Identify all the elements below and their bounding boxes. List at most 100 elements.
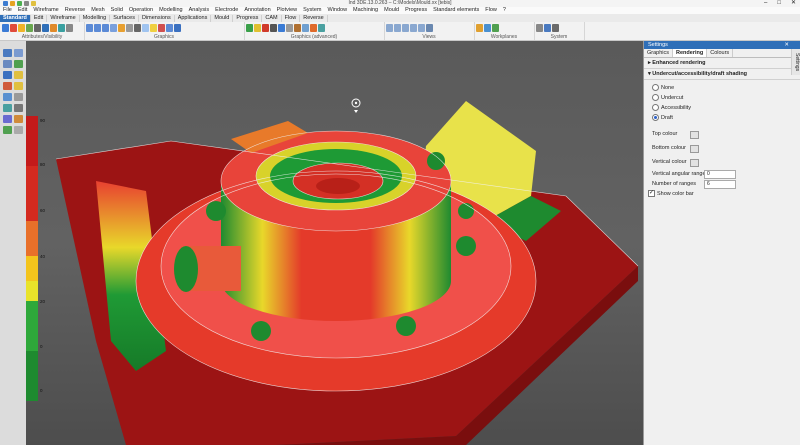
workplane-align-icon[interactable] <box>484 24 491 32</box>
tab-modelling[interactable]: Modelling <box>80 15 111 22</box>
minimize-button[interactable]: – <box>764 0 767 7</box>
tab-wireframe[interactable]: Wireframe <box>47 15 80 22</box>
tab-standard[interactable]: Standard <box>0 15 31 22</box>
tab-reverse[interactable]: Reverse <box>300 15 328 22</box>
maximize-button[interactable]: □ <box>777 0 781 7</box>
menu-progress[interactable]: Progress <box>402 7 430 14</box>
grid-icon[interactable] <box>3 49 12 57</box>
transparency-icon[interactable] <box>142 24 149 32</box>
view-front-icon[interactable] <box>394 24 401 32</box>
vertical-angular-range-input[interactable]: 0 <box>704 170 736 179</box>
bottom-colour-swatch[interactable] <box>690 145 699 153</box>
trim-tool-icon[interactable] <box>3 82 12 90</box>
section-icon[interactable] <box>158 24 165 32</box>
texture-icon[interactable] <box>294 24 301 32</box>
menu-solid[interactable]: Solid <box>108 7 126 14</box>
select-icon[interactable] <box>58 24 65 32</box>
close-button[interactable]: ✕ <box>791 0 796 7</box>
menu-annotation[interactable]: Annotation <box>241 7 273 14</box>
view-save-icon[interactable] <box>426 24 433 32</box>
enhanced-rendering-section[interactable]: ▸ Enhanced rendering <box>644 58 800 69</box>
menu-file[interactable]: File <box>0 7 15 14</box>
top-colour-swatch[interactable] <box>690 131 699 139</box>
layer-icon[interactable] <box>2 24 9 32</box>
environment-icon[interactable] <box>318 24 325 32</box>
fillet-tool-icon[interactable] <box>14 115 23 123</box>
surface-tool-icon[interactable] <box>3 71 12 79</box>
close-panel-icon[interactable]: ✕ <box>784 41 789 49</box>
tab-graphics[interactable]: Graphics <box>644 49 674 57</box>
view-top-icon[interactable] <box>386 24 393 32</box>
workplane-icon[interactable] <box>476 24 483 32</box>
vertical-colour-swatch[interactable] <box>690 159 699 167</box>
zebra-icon[interactable] <box>270 24 277 32</box>
render-icon[interactable] <box>174 24 181 32</box>
light-icon[interactable] <box>150 24 157 32</box>
offset-tool-icon[interactable] <box>3 115 12 123</box>
option-draft[interactable]: Draft <box>644 113 800 123</box>
analysis-tool-icon[interactable] <box>3 126 12 134</box>
menu-wireframe[interactable]: Wireframe <box>30 7 61 14</box>
menu-standard-elements[interactable]: Standard elements <box>430 7 482 14</box>
menu-mould[interactable]: Mould <box>381 7 402 14</box>
curvature-icon[interactable] <box>246 24 253 32</box>
radio-undercut[interactable] <box>652 94 659 102</box>
tab-flow[interactable]: Flow <box>282 15 301 22</box>
tab-rendering[interactable]: Rendering <box>673 49 708 57</box>
system-info-icon[interactable] <box>544 24 551 32</box>
radio-accessibility[interactable] <box>652 104 659 112</box>
show-color-bar-row[interactable]: Show color bar <box>644 188 800 199</box>
delete-tool-icon[interactable] <box>14 93 23 101</box>
scale-tool-icon[interactable] <box>14 104 23 112</box>
curve-tool-icon[interactable] <box>14 60 23 68</box>
number-of-ranges-input[interactable]: 6 <box>704 180 736 189</box>
tab-surfaces[interactable]: Surfaces <box>110 15 139 22</box>
menu-reverse[interactable]: Reverse <box>62 7 88 14</box>
show-color-bar-checkbox[interactable] <box>648 188 655 198</box>
color-icon[interactable] <box>18 24 25 32</box>
mirror-tool-icon[interactable] <box>3 104 12 112</box>
option-accessibility[interactable]: Accessibility <box>644 103 800 113</box>
fit-icon[interactable] <box>110 24 117 32</box>
mirror-icon[interactable] <box>286 24 293 32</box>
colorbar-icon[interactable] <box>310 24 317 32</box>
pan-icon[interactable] <box>94 24 101 32</box>
undercut-icon[interactable] <box>262 24 269 32</box>
view-iso-icon[interactable] <box>410 24 417 32</box>
tab-edit[interactable]: Edit <box>31 15 48 22</box>
system-window-icon[interactable] <box>552 24 559 32</box>
measure-tool-icon[interactable] <box>14 71 23 79</box>
reflection-icon[interactable] <box>302 24 309 32</box>
settings-side-tab[interactable]: Settings <box>791 49 800 75</box>
perspective-icon[interactable] <box>166 24 173 32</box>
system-settings-icon[interactable] <box>536 24 543 32</box>
zoom-icon[interactable] <box>86 24 93 32</box>
option-undercut[interactable]: Undercut <box>644 93 800 103</box>
rotate-icon[interactable] <box>102 24 109 32</box>
visibility-icon[interactable] <box>10 24 17 32</box>
show-icon[interactable] <box>42 24 49 32</box>
menu-flow[interactable]: Flow <box>482 7 500 14</box>
tab-progress[interactable]: Progress <box>233 15 263 22</box>
menu-mesh[interactable]: Mesh <box>88 7 107 14</box>
menu-system[interactable]: System <box>300 7 324 14</box>
tab-applications[interactable]: Applications <box>175 15 212 22</box>
select-tool-icon[interactable] <box>14 49 23 57</box>
menu-window[interactable]: Window <box>324 7 350 14</box>
tab-dimensions[interactable]: Dimensions <box>139 15 175 22</box>
undercut-section[interactable]: ▾ Undercut/accessibility/draft shading <box>644 69 800 80</box>
wireframe-icon[interactable] <box>126 24 133 32</box>
point-tool-icon[interactable] <box>3 60 12 68</box>
move-tool-icon[interactable] <box>3 93 12 101</box>
menu-electrode[interactable]: Electrode <box>212 7 241 14</box>
3d-viewport[interactable]: 90 80 60 40 20 0 0 <box>26 41 643 445</box>
view-bottom-icon[interactable] <box>418 24 425 32</box>
menu-modelling[interactable]: Modelling <box>156 7 186 14</box>
accessibility-icon[interactable] <box>278 24 285 32</box>
workplane-origin-icon[interactable] <box>492 24 499 32</box>
tab-mould[interactable]: Mould <box>211 15 234 22</box>
menu-edit[interactable]: Edit <box>15 7 30 14</box>
draft-icon[interactable] <box>254 24 261 32</box>
radio-none[interactable] <box>652 84 659 92</box>
menu-plotview[interactable]: Plotview <box>274 7 300 14</box>
